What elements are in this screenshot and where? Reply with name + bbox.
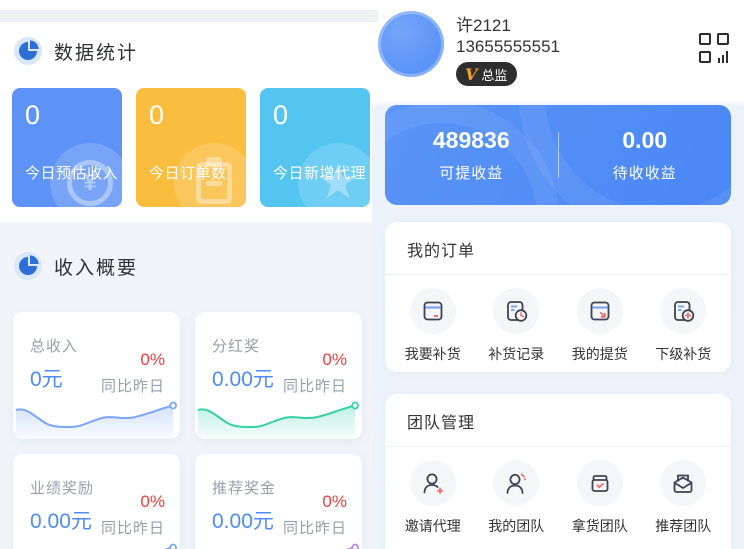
income-card-percent: 0% bbox=[322, 492, 347, 511]
doc-plus-icon bbox=[674, 301, 695, 322]
stat-card-new-agents: 0 今日新增代理 ★ bbox=[260, 88, 370, 207]
pie-chart-icon bbox=[14, 252, 42, 280]
menu-item-label: 我的提货 bbox=[571, 346, 628, 362]
balance-card: 489836 可提收益 0.00 待收收益 bbox=[385, 105, 731, 205]
sparkline-chart bbox=[197, 401, 359, 439]
mail-icon bbox=[673, 474, 693, 493]
sparkline-chart bbox=[163, 543, 177, 549]
stat-cards-row: 0 今日预估收入 ¥ 0 今日订单数 0 今日新增代理 ★ bbox=[12, 88, 370, 207]
menu-item-restock[interactable]: 我要补货 bbox=[391, 288, 475, 364]
income-section-header: 收入概要 bbox=[14, 252, 138, 280]
income-card-value: 0.00元 bbox=[212, 368, 274, 391]
left-panel: 数据统计 0 今日预估收入 ¥ 0 今日订单数 0 今日新增代理 ★ 收入概要 … bbox=[0, 0, 372, 549]
menu-item-restock-history[interactable]: 补货记录 bbox=[475, 288, 559, 364]
doc-clock-icon bbox=[507, 301, 528, 322]
withdrawable-earnings[interactable]: 489836 可提收益 bbox=[385, 127, 558, 183]
user-phone: 13655555551 bbox=[456, 37, 561, 56]
menu-item-invite-agent[interactable]: 邀请代理 bbox=[391, 460, 475, 536]
stat-value: 0 bbox=[149, 100, 165, 130]
menu-item-pickup[interactable]: 我的提货 bbox=[558, 288, 642, 364]
income-card-total: 总收入 0元 0% 同比昨日 bbox=[13, 312, 180, 439]
income-card-value: 0.00元 bbox=[30, 510, 92, 533]
stat-value: 0 bbox=[25, 100, 41, 130]
pending-value: 0.00 bbox=[622, 127, 668, 153]
clipboard-icon bbox=[174, 143, 246, 207]
menu-item-label: 下级补货 bbox=[655, 346, 712, 362]
stat-card-order-count: 0 今日订单数 bbox=[136, 88, 246, 207]
income-card-compare: 同比昨日 bbox=[282, 378, 347, 395]
level-badge: V 总监 bbox=[456, 62, 518, 86]
yen-coin-icon: ¥ bbox=[50, 143, 122, 207]
income-card-performance: 业绩奖励 0.00元 0% 同比昨日 bbox=[13, 454, 180, 549]
team-card: 团队管理 邀请代理 我的团队 拿货团队 推荐团队 bbox=[385, 394, 731, 549]
income-card-referral: 推荐奖金 0.00元 0% 同比昨日 bbox=[195, 454, 362, 549]
pending-earnings[interactable]: 0.00 待收收益 bbox=[559, 127, 732, 183]
pie-chart-icon bbox=[14, 37, 42, 65]
stats-section-header: 数据统计 bbox=[14, 37, 138, 65]
menu-item-label: 拿货团队 bbox=[571, 518, 628, 534]
income-card-dividend: 分红奖 0.00元 0% 同比昨日 bbox=[195, 312, 362, 439]
sparkline-chart bbox=[345, 543, 359, 549]
income-card-value: 0元 bbox=[30, 368, 63, 391]
menu-item-label: 补货记录 bbox=[488, 346, 545, 362]
menu-item-purchase-team[interactable]: 拿货团队 bbox=[558, 460, 642, 536]
income-card-percent: 0% bbox=[140, 350, 165, 369]
star-icon: ★ bbox=[298, 143, 370, 207]
person-plus-icon bbox=[423, 473, 443, 494]
menu-item-label: 我要补货 bbox=[404, 346, 461, 362]
doc-line-icon bbox=[423, 301, 443, 321]
income-card-title: 分红奖 bbox=[212, 338, 261, 355]
dashboard-screen: 数据统计 0 今日预估收入 ¥ 0 今日订单数 0 今日新增代理 ★ 收入概要 … bbox=[0, 0, 744, 549]
income-card-title: 推荐奖金 bbox=[212, 480, 277, 497]
badge-label: 总监 bbox=[481, 67, 508, 83]
stat-value: 0 bbox=[273, 100, 289, 130]
income-card-compare: 同比昨日 bbox=[282, 520, 347, 537]
menu-item-sub-restock[interactable]: 下级补货 bbox=[642, 288, 726, 364]
income-card-percent: 0% bbox=[322, 350, 347, 369]
income-card-title: 业绩奖励 bbox=[30, 480, 95, 497]
menu-item-referral-team[interactable]: 推荐团队 bbox=[642, 460, 726, 536]
right-panel: 许2121 13655555551 V 总监 489836 可提收益 0.00 … bbox=[372, 0, 744, 549]
yen-glyph: ¥ bbox=[67, 160, 113, 206]
income-card-value: 0.00元 bbox=[212, 510, 274, 533]
stats-grid-icon[interactable] bbox=[699, 33, 729, 63]
stats-section-title: 数据统计 bbox=[54, 42, 139, 64]
sparkline-chart bbox=[15, 401, 177, 439]
income-cards-grid: 总收入 0元 0% 同比昨日 分红奖 0.00元 0% 同比昨日 业绩奖励 0.… bbox=[13, 312, 362, 549]
menu-item-label: 邀请代理 bbox=[404, 518, 461, 534]
orders-card: 我的订单 我要补货 补货记录 我的提货 下级补货 bbox=[385, 222, 731, 372]
orders-card-title: 我的订单 bbox=[385, 222, 731, 275]
income-card-compare: 同比昨日 bbox=[100, 520, 165, 537]
income-section-title: 收入概要 bbox=[54, 257, 139, 279]
badge-v-icon: V bbox=[465, 64, 478, 84]
team-card-title: 团队管理 bbox=[385, 394, 731, 447]
income-section: 收入概要 总收入 0元 0% 同比昨日 分红奖 0.00元 0% 同比昨日 业绩… bbox=[0, 222, 372, 549]
income-card-compare: 同比昨日 bbox=[100, 378, 165, 395]
withdrawable-label: 可提收益 bbox=[439, 165, 504, 182]
menu-item-label: 推荐团队 bbox=[655, 518, 712, 534]
doc-arrow-icon bbox=[590, 301, 610, 321]
person-arc-icon bbox=[506, 473, 527, 494]
pending-label: 待收收益 bbox=[612, 165, 677, 182]
menu-item-my-team[interactable]: 我的团队 bbox=[475, 460, 559, 536]
user-avatar[interactable] bbox=[378, 11, 444, 77]
withdrawable-value: 489836 bbox=[432, 127, 510, 153]
menu-item-label: 我的团队 bbox=[488, 518, 545, 534]
income-card-title: 总收入 bbox=[30, 338, 79, 355]
top-divider-strip bbox=[0, 10, 378, 22]
stat-card-estimated-income: 0 今日预估收入 ¥ bbox=[12, 88, 122, 207]
box-check-icon bbox=[591, 475, 609, 492]
income-card-percent: 0% bbox=[140, 492, 165, 511]
user-name: 许2121 bbox=[456, 16, 511, 35]
star-glyph: ★ bbox=[316, 156, 360, 207]
